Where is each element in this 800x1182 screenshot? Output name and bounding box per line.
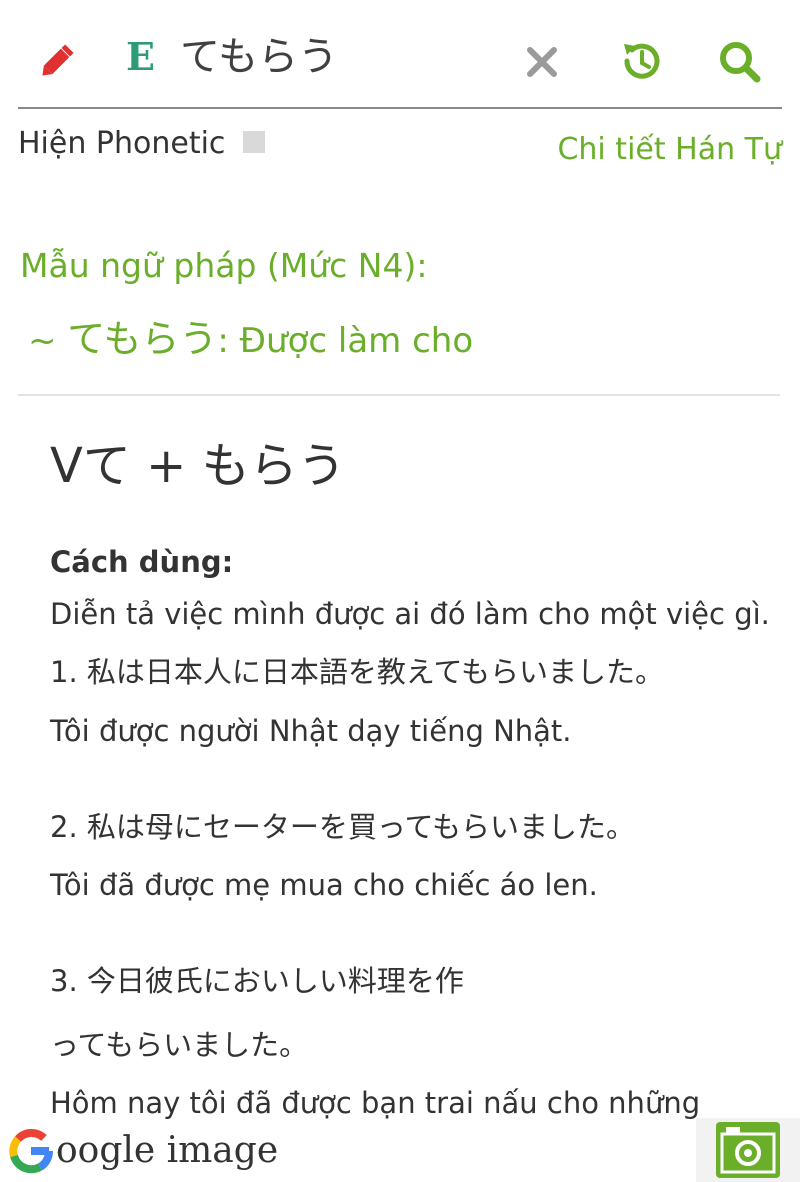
- grammar-pattern-prefix: ~: [28, 321, 68, 361]
- example-1-vi: Tôi được người Nhật dạy tiếng Nhật.: [50, 714, 572, 748]
- search-bar: E: [18, 0, 782, 109]
- search-input[interactable]: [180, 30, 510, 84]
- example-1-jp: 1. 私は日本人に日本語を教えてもらいました。: [50, 655, 664, 689]
- grammar-header-card: Mẫu ngữ pháp (Mức N4): ~ てもらう: Được làm …: [18, 210, 780, 396]
- google-image-label: oogle image: [56, 1130, 279, 1171]
- example-2-jp: 2. 私は母にセーターを買ってもらいました。: [50, 810, 635, 844]
- dictionary-screen: E Hiện Phonetic Chi tiết Hán Tự: [0, 0, 800, 1182]
- example-3-jp-line-1: 3. 今日彼氏においしい料理を作: [50, 964, 464, 998]
- phonetic-checkbox[interactable]: [243, 130, 266, 153]
- close-icon[interactable]: [524, 44, 560, 80]
- phonetic-toggle[interactable]: Hiện Phonetic: [18, 124, 266, 164]
- example-3-vi: Hôm nay tôi đã được bạn trai nấu cho nhữ…: [50, 1086, 701, 1120]
- search-icon[interactable]: [716, 38, 764, 86]
- usage-label: Cách dùng:: [50, 545, 234, 579]
- phonetic-label: Hiện Phonetic: [18, 126, 226, 161]
- language-badge[interactable]: E: [126, 34, 155, 80]
- grammar-pattern-jp: てもらう: [67, 317, 218, 361]
- google-image-button[interactable]: oogle image: [8, 1126, 278, 1176]
- camera-icon: [716, 1122, 780, 1178]
- history-icon[interactable]: [618, 38, 664, 84]
- grammar-pattern[interactable]: ~ てもらう: Được làm cho: [28, 316, 473, 364]
- camera-button[interactable]: [696, 1118, 800, 1182]
- usage-description: Diễn tả việc mình được ai đó làm cho một…: [50, 597, 770, 631]
- google-g-icon: [9, 1129, 53, 1174]
- kanji-detail-link[interactable]: Chi tiết Hán Tự: [557, 130, 782, 170]
- example-3-jp-line-2: ってもらいました。: [50, 1028, 309, 1062]
- pencil-icon[interactable]: [38, 40, 78, 80]
- grammar-formula: Vて + もらう: [50, 438, 346, 494]
- grammar-pattern-meaning: : Được làm cho: [217, 321, 474, 361]
- grammar-level-title: Mẫu ngữ pháp (Mức N4):: [20, 246, 428, 285]
- example-2-vi: Tôi đã được mẹ mua cho chiếc áo len.: [50, 868, 598, 902]
